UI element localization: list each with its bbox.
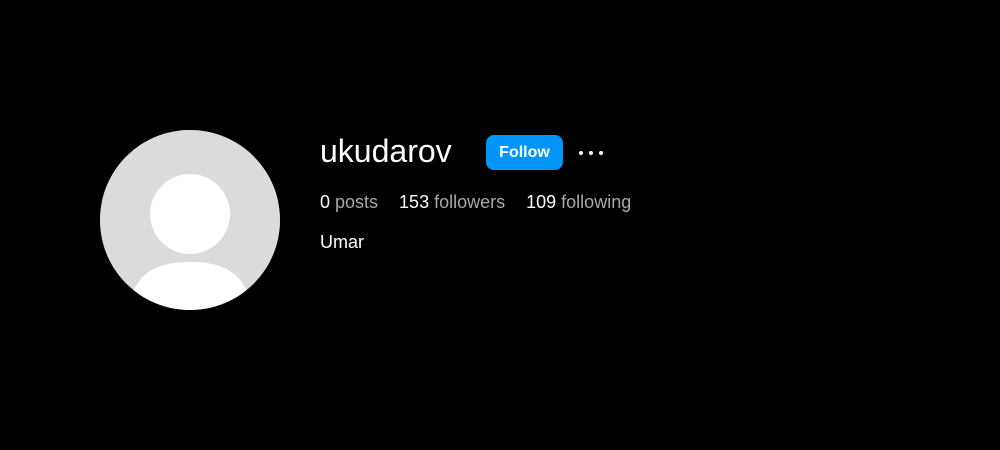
- more-dot: [589, 151, 593, 155]
- followers-count: 153: [399, 192, 430, 212]
- more-dot: [599, 151, 603, 155]
- more-dot: [579, 151, 583, 155]
- profile-avatar[interactable]: [100, 130, 280, 310]
- followers-link[interactable]: 153 followers: [399, 190, 505, 214]
- posts-count: 0: [320, 192, 331, 212]
- more-options-icon[interactable]: [572, 140, 610, 166]
- following-count: 109: [526, 192, 557, 212]
- posts-stat: 0 posts: [320, 190, 378, 214]
- profile-stats: 0 posts 153 followers 109 following: [320, 190, 652, 214]
- followers-label: followers: [434, 192, 506, 212]
- profile-username: ukudarov: [320, 133, 452, 169]
- profile-full-name: Umar: [320, 232, 364, 252]
- posts-label: posts: [335, 192, 379, 212]
- following-link[interactable]: 109 following: [526, 190, 631, 214]
- follow-button[interactable]: Follow: [486, 135, 563, 170]
- default-user-icon: [100, 130, 280, 310]
- following-label: following: [561, 192, 632, 212]
